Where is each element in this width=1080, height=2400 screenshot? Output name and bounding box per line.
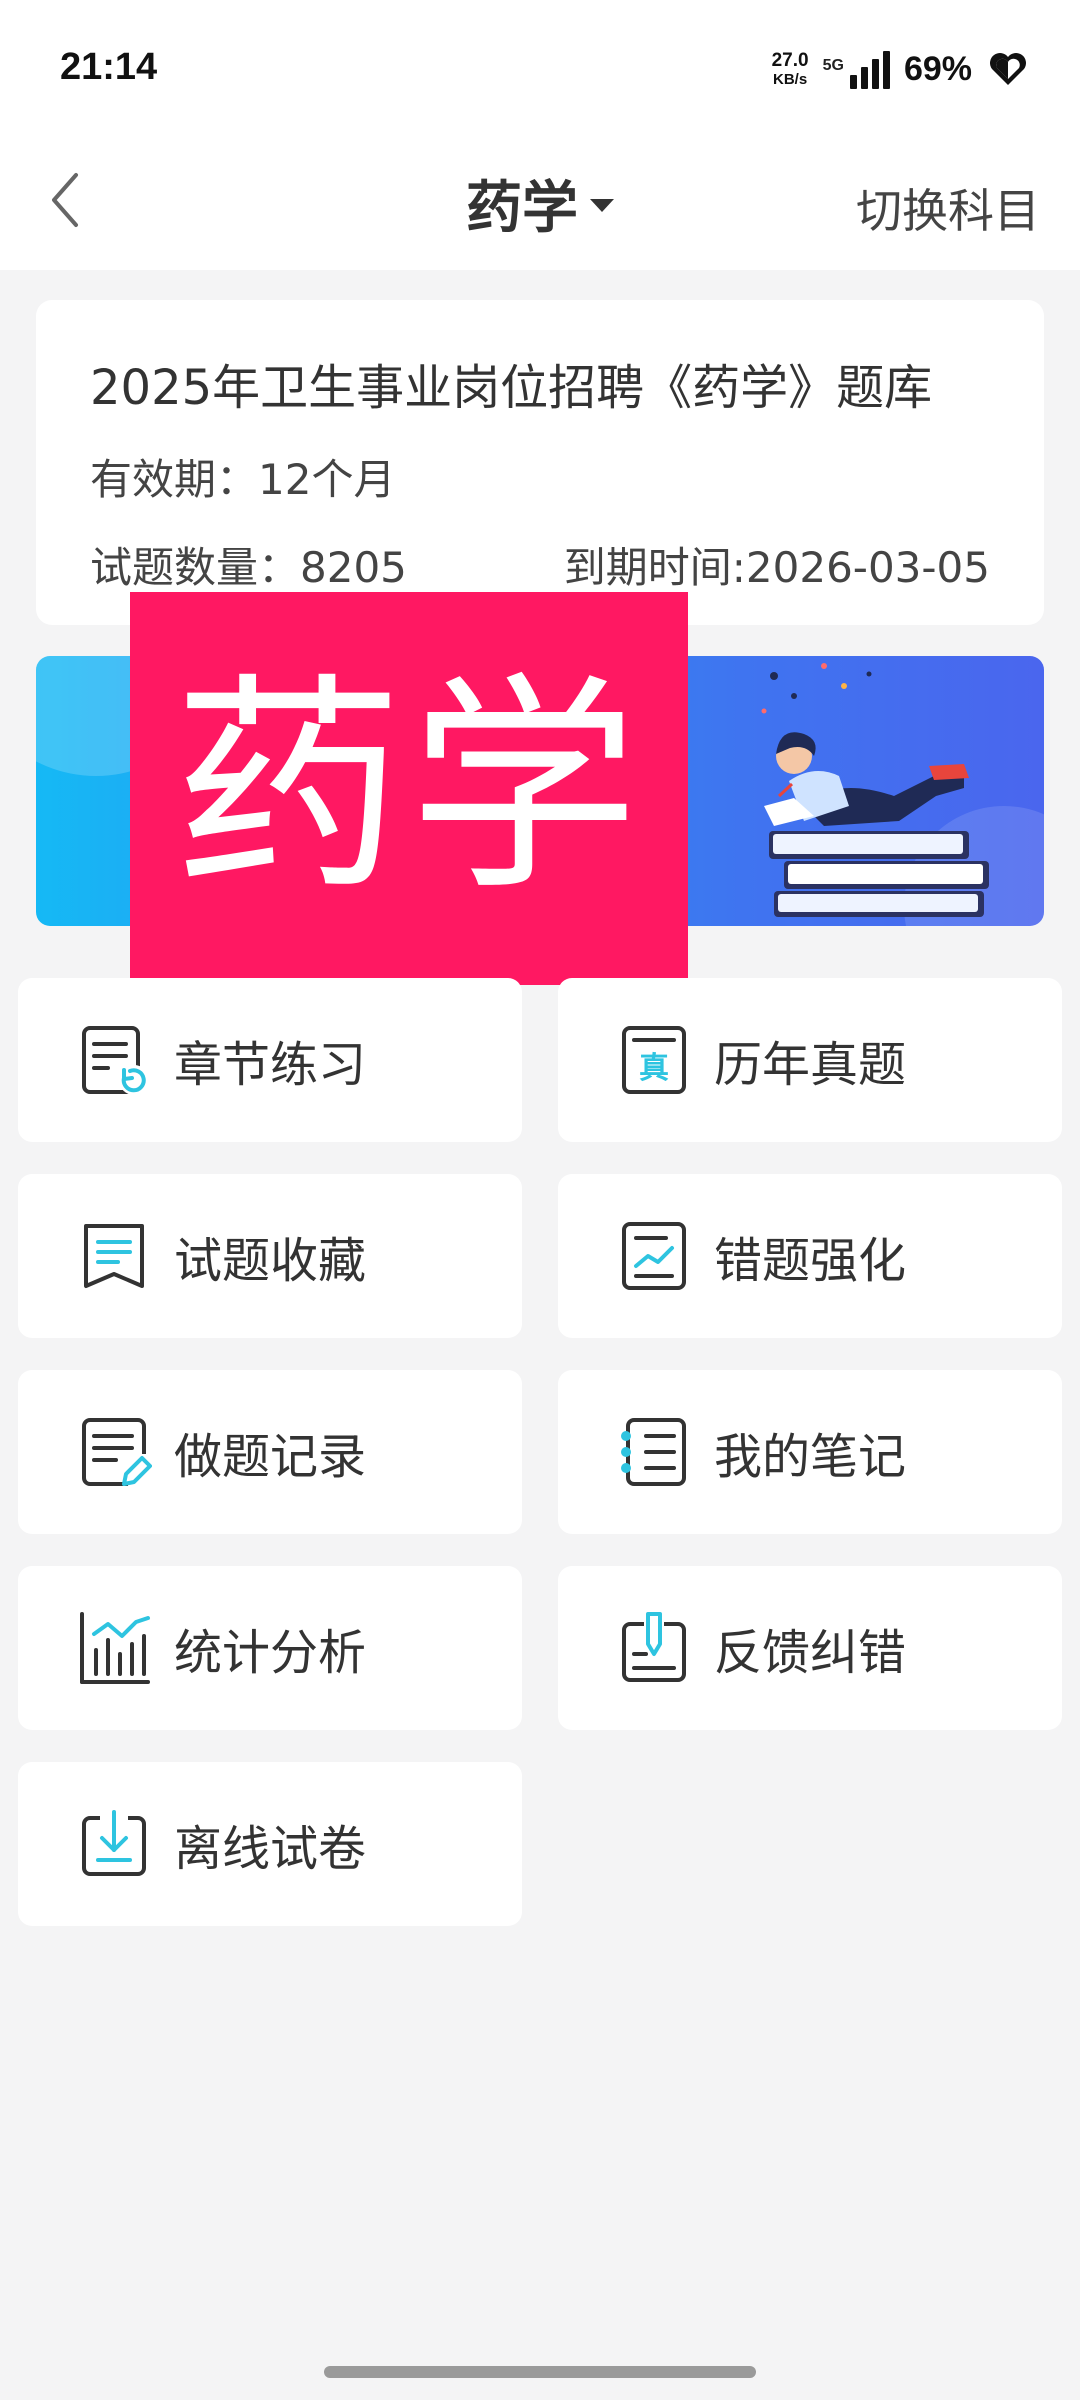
question-bank-title: 2025年卫生事业岗位招聘《药学》题库: [90, 360, 933, 416]
menu-item-records[interactable]: 做题记录: [18, 1370, 522, 1534]
menu-item-favorites[interactable]: 试题收藏: [18, 1174, 522, 1338]
network-speed-unit: KB/s: [773, 71, 808, 88]
menu-item-wrong-questions[interactable]: 错题强化: [558, 1174, 1062, 1338]
network-speed-value: 27.0: [771, 50, 809, 71]
bookmark-icon: [84, 1224, 144, 1288]
menu-item-label: 章节练习: [174, 1037, 367, 1093]
feedback-icon: [622, 1612, 686, 1682]
menu-item-past-exams[interactable]: 真 历年真题: [558, 978, 1062, 1142]
svg-text:真: 真: [639, 1051, 669, 1086]
validity-period: 有效期：12个月: [90, 455, 396, 504]
menu-item-label: 反馈纠错: [714, 1625, 907, 1681]
record-icon: [82, 1418, 152, 1486]
question-bank-info-card: 2025年卫生事业岗位招聘《药学》题库 有效期：12个月 试题数量：8205 到…: [36, 300, 1044, 625]
menu-item-label: 做题记录: [174, 1429, 367, 1485]
home-indicator[interactable]: [324, 2366, 756, 2378]
network-type: 5G: [822, 57, 844, 74]
statistics-icon: [80, 1612, 150, 1684]
page-title: 药学: [466, 176, 578, 241]
menu-item-label: 我的笔记: [714, 1429, 907, 1485]
status-indicators: 27.0 KB/s 5G 69%: [772, 44, 1030, 94]
menu-item-statistics[interactable]: 统计分析: [18, 1566, 522, 1730]
menu-item-label: 离线试卷: [174, 1821, 367, 1877]
status-time: 21:14: [60, 46, 158, 88]
wrong-question-icon: [622, 1222, 686, 1290]
notes-icon: [621, 1418, 686, 1486]
past-exam-icon: 真: [622, 1026, 686, 1094]
menu-item-notes[interactable]: 我的笔记: [558, 1370, 1062, 1534]
menu-item-label: 试题收藏: [174, 1233, 367, 1289]
question-count: 试题数量：8205: [90, 543, 407, 592]
chapter-practice-icon: [82, 1026, 149, 1095]
battery-level: 69%: [903, 49, 972, 88]
switch-subject-button[interactable]: 切换科目: [856, 175, 1040, 241]
menu-item-label: 统计分析: [174, 1625, 367, 1681]
navigation-bar: 药学 切换科目: [0, 135, 1080, 270]
student-reading-illustration: [761, 663, 989, 917]
network-speed: 27.0 KB/s: [772, 51, 809, 87]
menu-item-feedback[interactable]: 反馈纠错: [558, 1566, 1062, 1730]
download-icon: [82, 1810, 146, 1876]
expiry-date: 到期时间:2026-03-05: [563, 543, 990, 592]
signal-icon: 5G: [823, 49, 890, 89]
subject-overlay-label: 药学: [130, 592, 688, 985]
caret-down-icon: [590, 199, 614, 212]
menu-item-label: 历年真题: [714, 1037, 907, 1093]
status-bar: 21:14 27.0 KB/s 5G 69%: [0, 0, 1080, 135]
menu-item-label: 错题强化: [714, 1233, 907, 1289]
menu-item-chapter-practice[interactable]: 章节练习: [18, 978, 522, 1142]
menu-item-offline-papers[interactable]: 离线试卷: [18, 1762, 522, 1926]
heart-battery-icon: [990, 53, 1026, 85]
